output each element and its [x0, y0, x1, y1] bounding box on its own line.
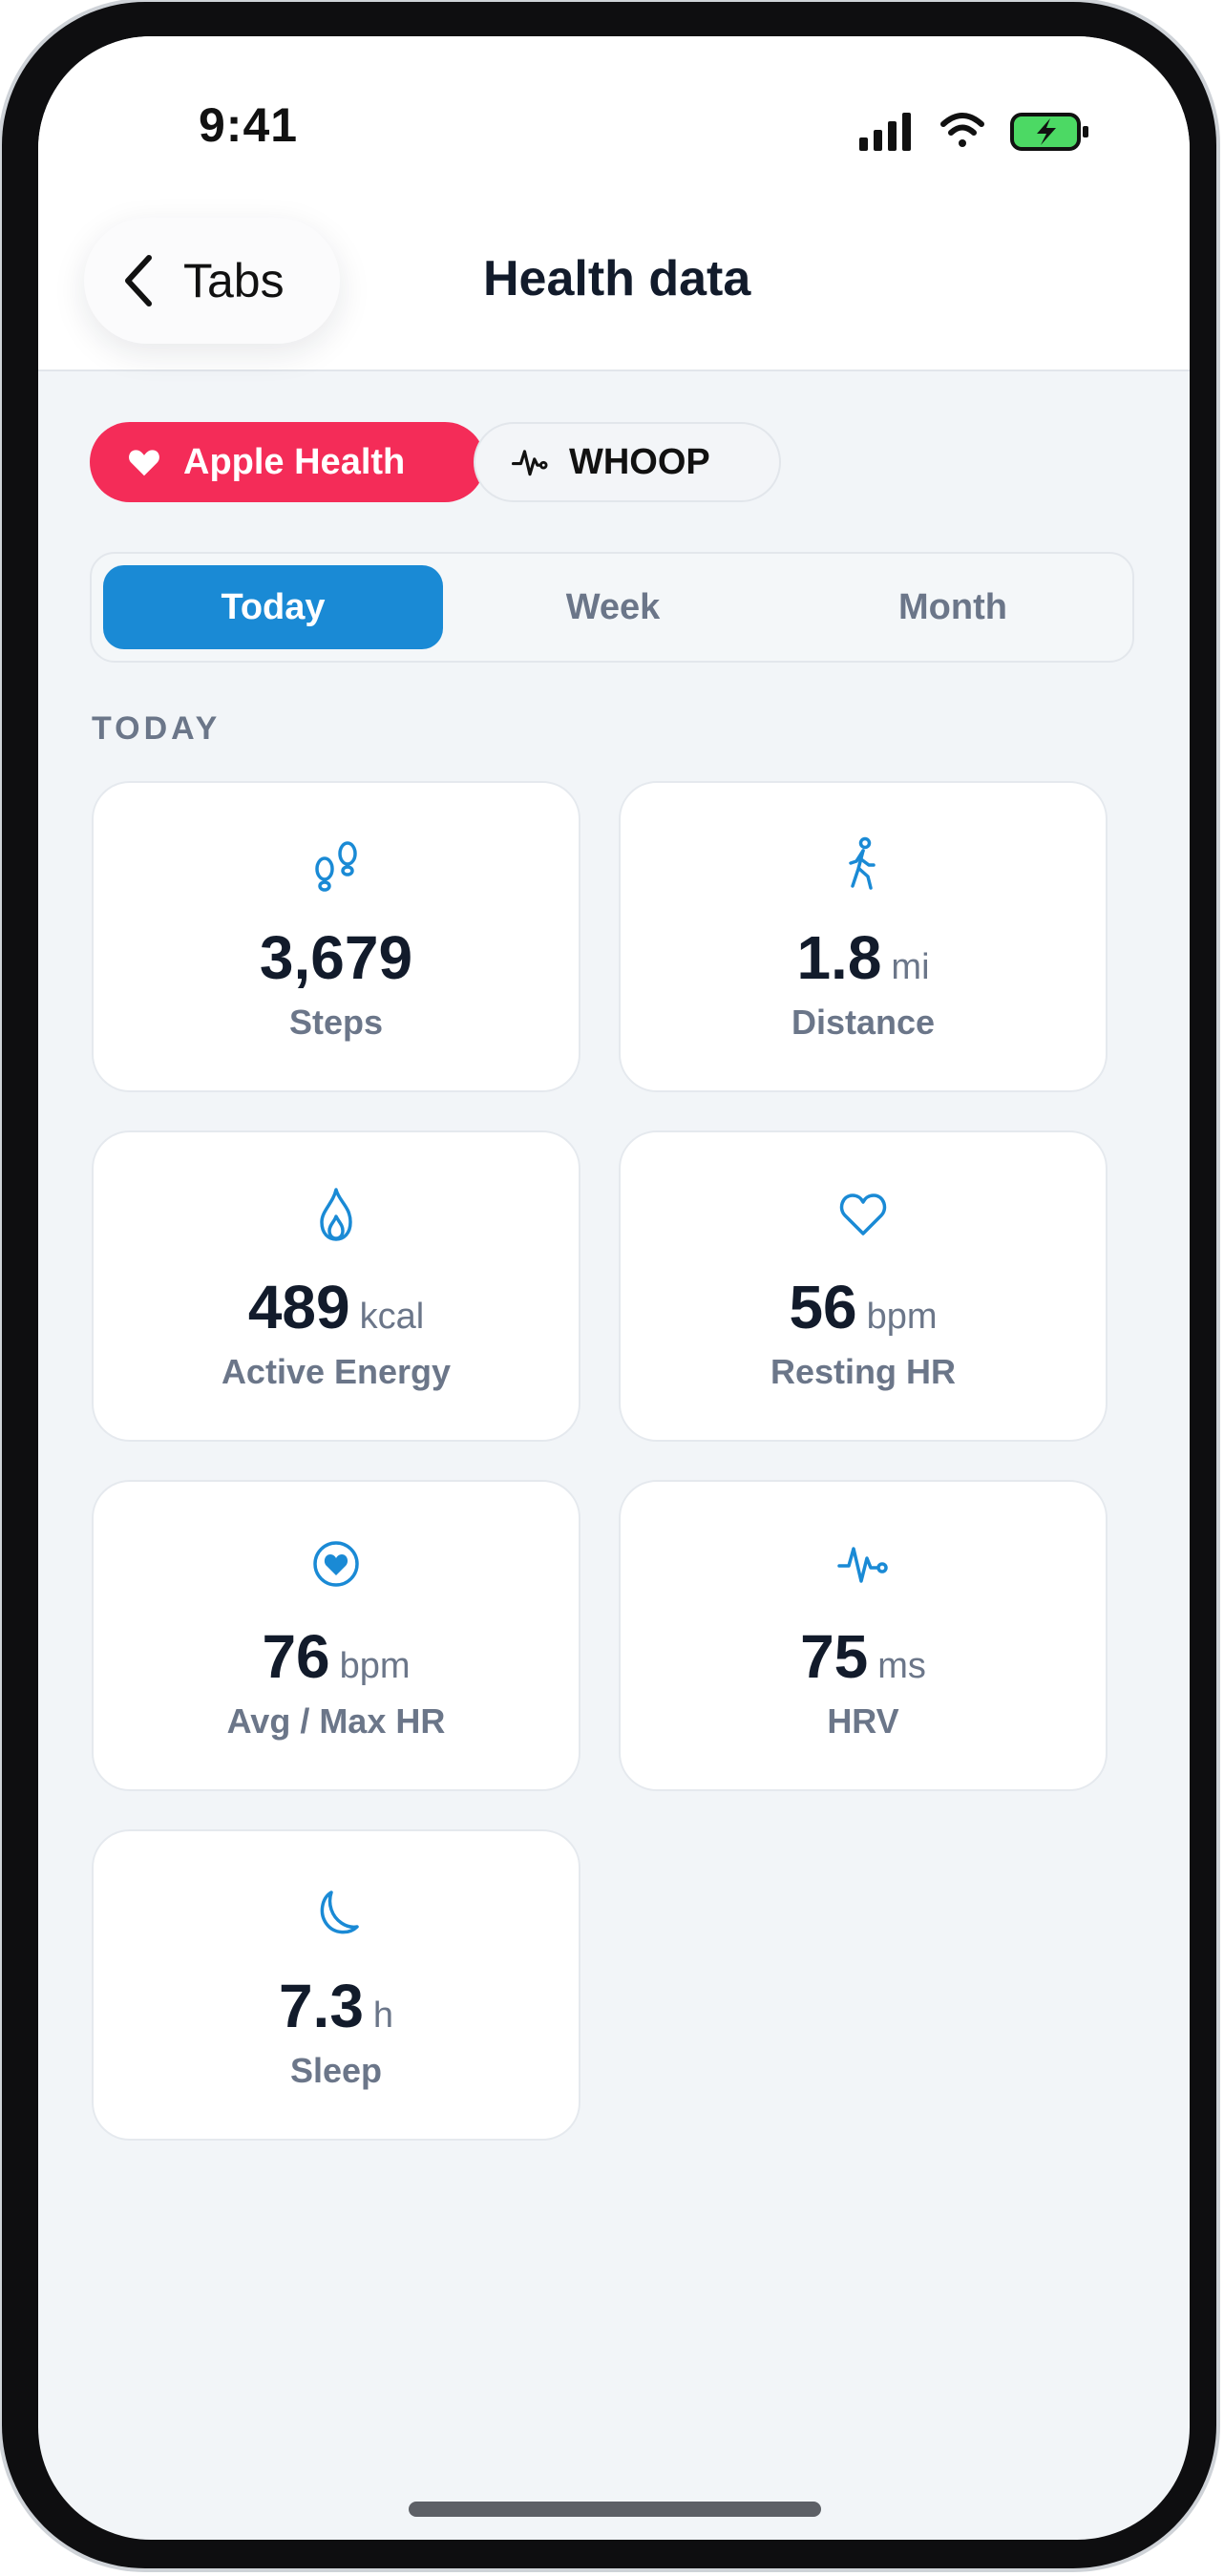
walking-icon: [849, 836, 876, 890]
source-chip-label: Apple Health: [183, 441, 406, 482]
pulse-icon: [512, 450, 548, 476]
metric-unit: ms: [877, 1646, 926, 1686]
header: 9:41 Tabs Health data: [38, 36, 1190, 371]
flame-icon: [320, 1188, 352, 1241]
metric-value: 76: [262, 1622, 330, 1691]
battery-icon: [1010, 113, 1088, 151]
back-button[interactable]: Tabs: [84, 218, 340, 344]
period-selector: Today Week Month: [90, 552, 1134, 663]
metric-card-hrv[interactable]: 75 ms HRV: [619, 1480, 1108, 1791]
phone-frame: 9:41 Tabs Health data Apple Health WHOOP…: [2, 2, 1216, 2568]
source-chip-apple-health[interactable]: Apple Health: [90, 422, 485, 502]
metric-label: Steps: [288, 1003, 384, 1042]
screen: 9:41 Tabs Health data Apple Health WHOOP…: [38, 36, 1190, 2540]
metric-unit: bpm: [866, 1297, 938, 1337]
footprints-icon: [315, 841, 357, 892]
page-title: Health data: [483, 251, 751, 306]
metric-value: 489: [247, 1273, 350, 1341]
metric-unit: bpm: [339, 1646, 411, 1686]
metric-label: Avg / Max HR: [226, 1701, 446, 1741]
metric-card-active-energy[interactable]: 489 kcal Active Energy: [92, 1130, 580, 1442]
chevron-left-icon: [125, 255, 152, 306]
cellular-signal-icon: [859, 113, 911, 151]
heart-outline-icon: [839, 1193, 887, 1235]
tab-today[interactable]: Today: [103, 565, 443, 649]
metric-card-sleep[interactable]: 7.3 h Sleep: [92, 1829, 580, 2141]
moon-icon: [320, 1890, 359, 1934]
metric-card-avg-max-hr[interactable]: 76 bpm Avg / Max HR: [92, 1480, 580, 1791]
metric-card-resting-hr[interactable]: 56 bpm Resting HR: [619, 1130, 1108, 1442]
metric-value: 3,679: [259, 923, 413, 992]
source-chip-whoop[interactable]: WHOOP: [474, 422, 781, 502]
metric-card-distance[interactable]: 1.8 mi Distance: [619, 781, 1108, 1092]
metric-label: Sleep: [289, 2051, 383, 2090]
heart-icon: [129, 450, 159, 476]
metric-label: Resting HR: [770, 1352, 956, 1391]
metric-unit: h: [372, 1995, 394, 2036]
tab-month[interactable]: Month: [783, 565, 1123, 649]
back-label: Tabs: [183, 254, 285, 307]
wifi-icon: [940, 113, 984, 147]
metric-label: Active Energy: [221, 1352, 452, 1391]
metric-value: 56: [789, 1273, 857, 1341]
section-label: TODAY: [92, 710, 222, 747]
tab-week[interactable]: Week: [443, 565, 783, 649]
status-icons: [859, 113, 1088, 151]
metric-value: 7.3: [278, 1972, 364, 2040]
heart-circle-icon: [313, 1541, 359, 1587]
metric-unit: kcal: [359, 1297, 425, 1337]
metric-label: Distance: [791, 1003, 936, 1042]
metric-label: HRV: [827, 1701, 899, 1741]
source-chip-label: WHOOP: [569, 441, 710, 482]
status-time: 9:41: [199, 98, 299, 152]
metric-unit: mi: [891, 947, 930, 987]
pulse-icon: [837, 1547, 888, 1583]
home-indicator[interactable]: [409, 2502, 821, 2517]
metric-card-steps[interactable]: 3,679 Steps: [92, 781, 580, 1092]
metric-value: 1.8: [796, 923, 882, 992]
metric-value: 75: [800, 1622, 869, 1691]
